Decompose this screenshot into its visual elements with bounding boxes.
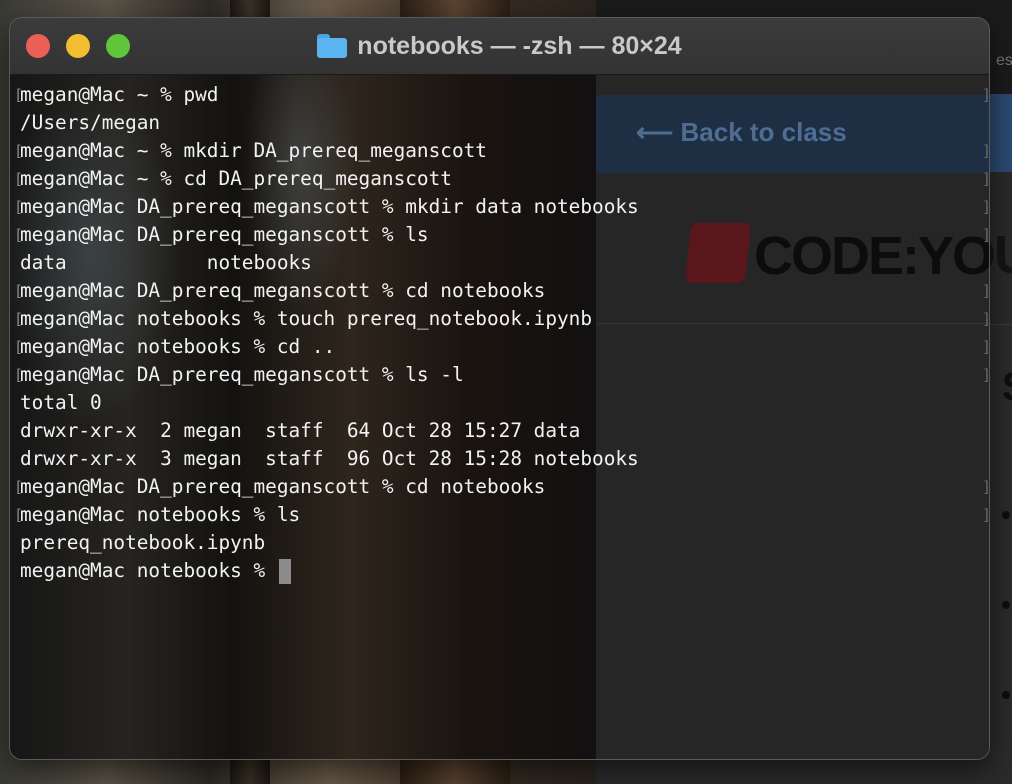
line-mark-left: [ xyxy=(14,366,24,384)
terminal-line: [] megan@Mac DA_prereq_meganscott % ls xyxy=(14,221,989,249)
line-mark-right: ] xyxy=(982,137,989,165)
terminal-output: [] megan@Mac ~ % pwd/Users/megan [] megan@M… xyxy=(14,81,989,585)
terminal-line: [] megan@Mac ~ % pwd xyxy=(14,81,989,109)
terminal-line-text: data notebooks xyxy=(20,251,312,274)
terminal-line: [] megan@Mac DA_prereq_meganscott % cd no… xyxy=(14,473,989,501)
terminal-line: [] megan@Mac notebooks % ls xyxy=(14,501,989,529)
terminal-line-text: megan@Mac ~ % cd DA_prereq_meganscott xyxy=(20,167,452,190)
terminal-line: [] megan@Mac notebooks % cd .. xyxy=(14,333,989,361)
terminal-line: megan@Mac notebooks % xyxy=(20,557,639,585)
terminal-window[interactable]: notebooks — -zsh — 80×24 ⟵ Back to class… xyxy=(10,18,989,759)
line-mark-right: ] xyxy=(982,165,989,193)
line-mark-right: ] xyxy=(982,305,989,333)
terminal-line-text: drwxr-xr-x 3 megan staff 96 Oct 28 15:28… xyxy=(20,447,639,470)
terminal-line-text: megan@Mac notebooks % touch prereq_noteb… xyxy=(20,307,593,330)
terminal-line-text: megan@Mac DA_prereq_meganscott % mkdir d… xyxy=(20,195,639,218)
terminal-line-text: megan@Mac DA_prereq_meganscott % ls -l xyxy=(20,363,464,386)
line-mark-left: [ xyxy=(14,226,24,244)
line-mark-left: [ xyxy=(14,198,24,216)
terminal-line-text: megan@Mac notebooks % ls xyxy=(20,503,301,526)
terminal-line: [] megan@Mac DA_prereq_meganscott % mkdir… xyxy=(14,193,989,221)
terminal-line-text: megan@Mac DA_prereq_meganscott % cd note… xyxy=(20,279,546,302)
terminal-line: total 0 xyxy=(20,389,639,417)
terminal-line-text: total 0 xyxy=(20,391,102,414)
line-mark-left: [ xyxy=(14,282,24,300)
folder-icon xyxy=(317,34,348,58)
terminal-line-text: prereq_notebook.ipynb xyxy=(20,531,266,554)
window-title: notebooks — -zsh — 80×24 xyxy=(10,18,989,74)
line-mark-left: [ xyxy=(14,478,24,496)
terminal-screen[interactable]: ⟵ Back to class CODE:YOU [] megan@Mac ~ %… xyxy=(10,75,989,759)
terminal-line: [] megan@Mac ~ % mkdir DA_prereq_megansco… xyxy=(14,137,989,165)
line-mark-left: [ xyxy=(14,170,24,188)
code-you-logo-icon xyxy=(684,223,752,283)
terminal-line: drwxr-xr-x 2 megan staff 64 Oct 28 15:27… xyxy=(20,417,639,445)
terminal-line-text: megan@Mac DA_prereq_meganscott % ls xyxy=(20,223,429,246)
translucent-browser: ⟵ Back to class CODE:YOU xyxy=(596,75,989,759)
line-mark-left: [ xyxy=(14,86,24,104)
line-mark-right: ] xyxy=(982,277,989,305)
back-to-class-link-shadow: ⟵ Back to class xyxy=(636,117,847,147)
terminal-line: [] megan@Mac notebooks % touch prereq_not… xyxy=(14,305,989,333)
terminal-line: drwxr-xr-x 3 megan staff 96 Oct 28 15:28… xyxy=(20,445,639,473)
logo-text-shadow: CODE:YOU xyxy=(754,226,989,286)
terminal-line-text: megan@Mac DA_prereq_meganscott % cd note… xyxy=(20,475,546,498)
line-mark-right: ] xyxy=(982,333,989,361)
terminal-line-text: megan@Mac ~ % pwd xyxy=(20,83,219,106)
terminal-line-text: megan@Mac notebooks % cd .. xyxy=(20,335,336,358)
line-mark-right: ] xyxy=(982,501,989,529)
line-mark-right: ] xyxy=(982,81,989,109)
line-mark-left: [ xyxy=(14,142,24,160)
line-mark-right: ] xyxy=(982,473,989,501)
terminal-line-text: megan@Mac notebooks % xyxy=(20,559,277,582)
terminal-line: [] megan@Mac DA_prereq_meganscott % ls -l xyxy=(14,361,989,389)
line-mark-right: ] xyxy=(982,361,989,389)
line-mark-right: ] xyxy=(982,193,989,221)
terminal-line: prereq_notebook.ipynb xyxy=(20,529,639,557)
terminal-line: [] megan@Mac ~ % cd DA_prereq_meganscott xyxy=(14,165,989,193)
terminal-line-text: drwxr-xr-x 2 megan staff 64 Oct 28 15:27… xyxy=(20,419,581,442)
section-heading: S xyxy=(1002,365,1012,410)
bullet-icon xyxy=(1002,601,1010,609)
line-mark-left: [ xyxy=(14,338,24,356)
terminal-line-text: megan@Mac ~ % mkdir DA_prereq_meganscott xyxy=(20,139,487,162)
window-title-text: notebooks — -zsh — 80×24 xyxy=(357,31,682,60)
terminal-line: [] megan@Mac DA_prereq_meganscott % cd no… xyxy=(14,277,989,305)
terminal-titlebar[interactable]: notebooks — -zsh — 80×24 xyxy=(10,18,989,75)
line-mark-left: [ xyxy=(14,310,24,328)
terminal-line-text: /Users/megan xyxy=(20,111,161,134)
terminal-line: /Users/megan xyxy=(20,109,639,137)
line-mark-left: [ xyxy=(14,506,24,524)
text-cursor xyxy=(278,559,291,584)
bullet-icon xyxy=(1002,511,1010,519)
bullet-icon xyxy=(1002,691,1010,699)
line-mark-right: ] xyxy=(982,221,989,249)
browser-corner-text: es xyxy=(996,52,1012,69)
terminal-line: data notebooks xyxy=(20,249,639,277)
